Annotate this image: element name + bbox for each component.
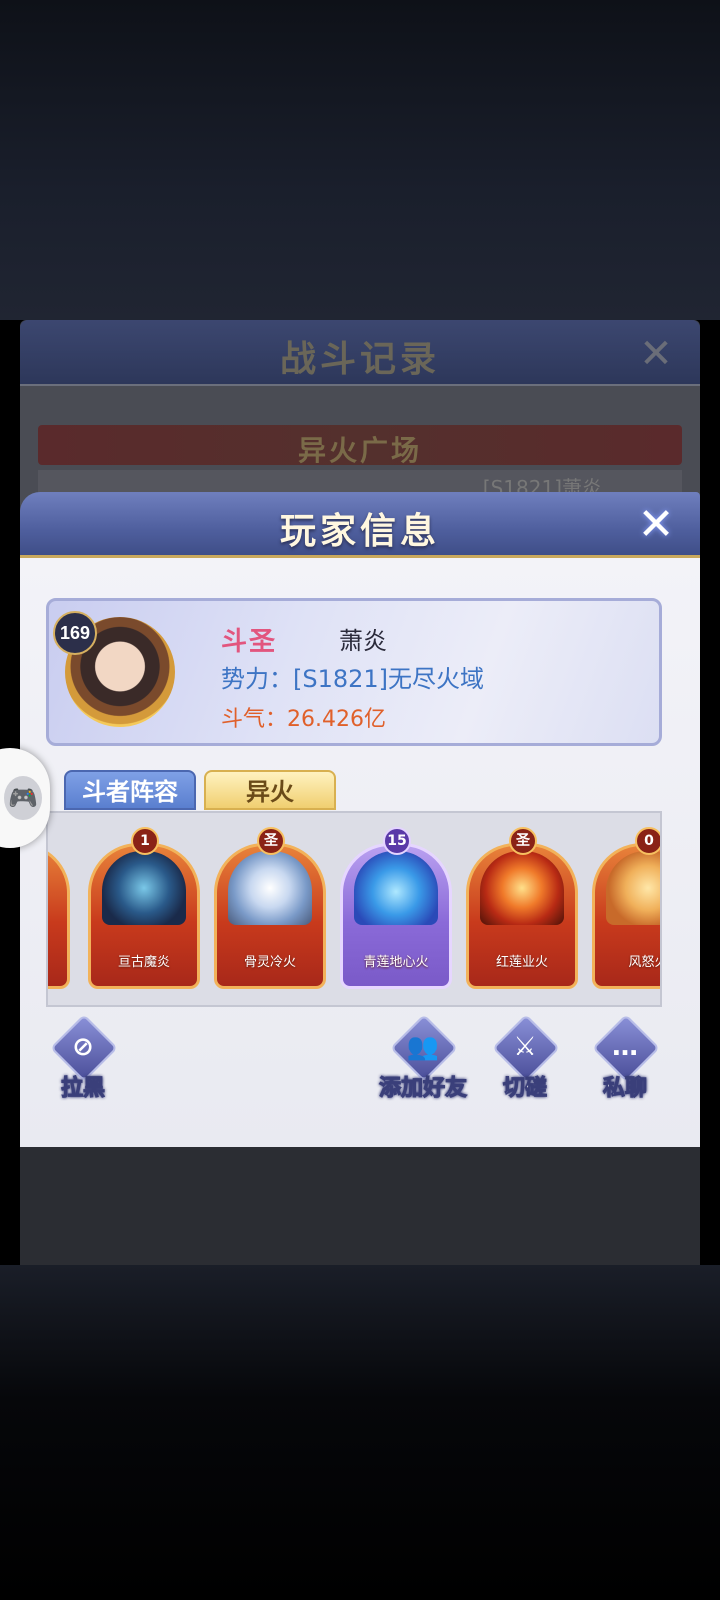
fire-card[interactable]: 1 亘古魔炎 [88,827,200,989]
fire-name: 风怒火 [628,955,660,970]
fire-level-badge: 圣 [257,827,285,855]
fire-level-badge: 1 [131,827,159,855]
fire-card-partial[interactable]: 0 风怒火 [592,827,660,989]
private-chat-label: 私聊 [602,1075,647,1102]
fire-name: 红莲业火 [495,955,548,970]
top-backdrop [0,0,720,320]
fire-card-selected[interactable]: 15 青莲地心火 [340,827,452,989]
bottom-backdrop [0,1265,720,1600]
fire-level-badge: 0 [635,827,660,855]
spar-button[interactable]: ⚔ 切磋 [480,1014,570,1108]
fire-name: 亘古魔炎 [117,955,170,970]
block-button[interactable]: ⊘ 拉黑 [38,1014,128,1108]
player-power: 斗气：26.426亿 [221,707,386,732]
fire-square-banner: 异火广场 [38,425,682,467]
fire-card[interactable]: 圣 红莲业火 [466,827,578,989]
fire-level-badge: 15 [383,827,411,855]
close-icon: ✕ [639,331,673,377]
dialog-header: 玩家信息 ✕ [20,492,700,558]
fire-art-image [354,851,438,925]
fire-card-partial[interactable] [48,827,70,989]
fire-card-frame [48,843,70,989]
fire-name: 青莲地心火 [363,955,429,970]
rank-title: 斗圣 [221,627,278,657]
fire-list[interactable]: 1 亘古魔炎 圣 骨灵冷火 15 青莲地心火 圣 红莲业火 0 风怒 [46,811,662,1007]
friends-icon: 👥 [406,1032,440,1062]
fire-level-badge: 圣 [509,827,537,855]
level-badge: 169 [53,611,97,655]
crossed-swords-icon: ⚔ [513,1032,537,1062]
close-icon[interactable]: ✕ [634,503,678,548]
tab-strange-fire[interactable]: 异火 [204,770,336,810]
block-label: 拉黑 [60,1075,105,1102]
fire-art-image [102,851,186,925]
battle-record-header: 战斗记录 ✕ [20,320,700,386]
tab-lineup[interactable]: 斗者阵容 [64,770,196,810]
gamepad-icon: 🎮 [4,776,42,820]
fire-square-banner-text: 异火广场 [297,434,422,467]
private-chat-button[interactable]: … 私聊 [580,1014,670,1108]
chat-bubble-icon: … [612,1032,638,1062]
player-name: 萧炎 [339,627,387,655]
add-friend-button[interactable]: 👥 添加好友 [378,1014,468,1108]
player-faction: 势力：[S1821]无尽火域 [221,665,485,693]
fire-name: 骨灵冷火 [243,955,296,970]
battle-record-title: 战斗记录 [279,338,440,380]
fire-art-image [228,851,312,925]
player-profile-card: 169 斗圣 萧炎 势力：[S1821]无尽火域 斗气：26.426亿 [46,598,662,746]
fire-art-image [480,851,564,925]
player-info-dialog: 玩家信息 ✕ 169 斗圣 萧炎 势力：[S1821]无尽火域 斗气：26.42… [20,492,700,1147]
dialog-title: 玩家信息 [279,510,440,552]
fire-card[interactable]: 圣 骨灵冷火 [214,827,326,989]
block-icon: ⊘ [72,1032,94,1062]
